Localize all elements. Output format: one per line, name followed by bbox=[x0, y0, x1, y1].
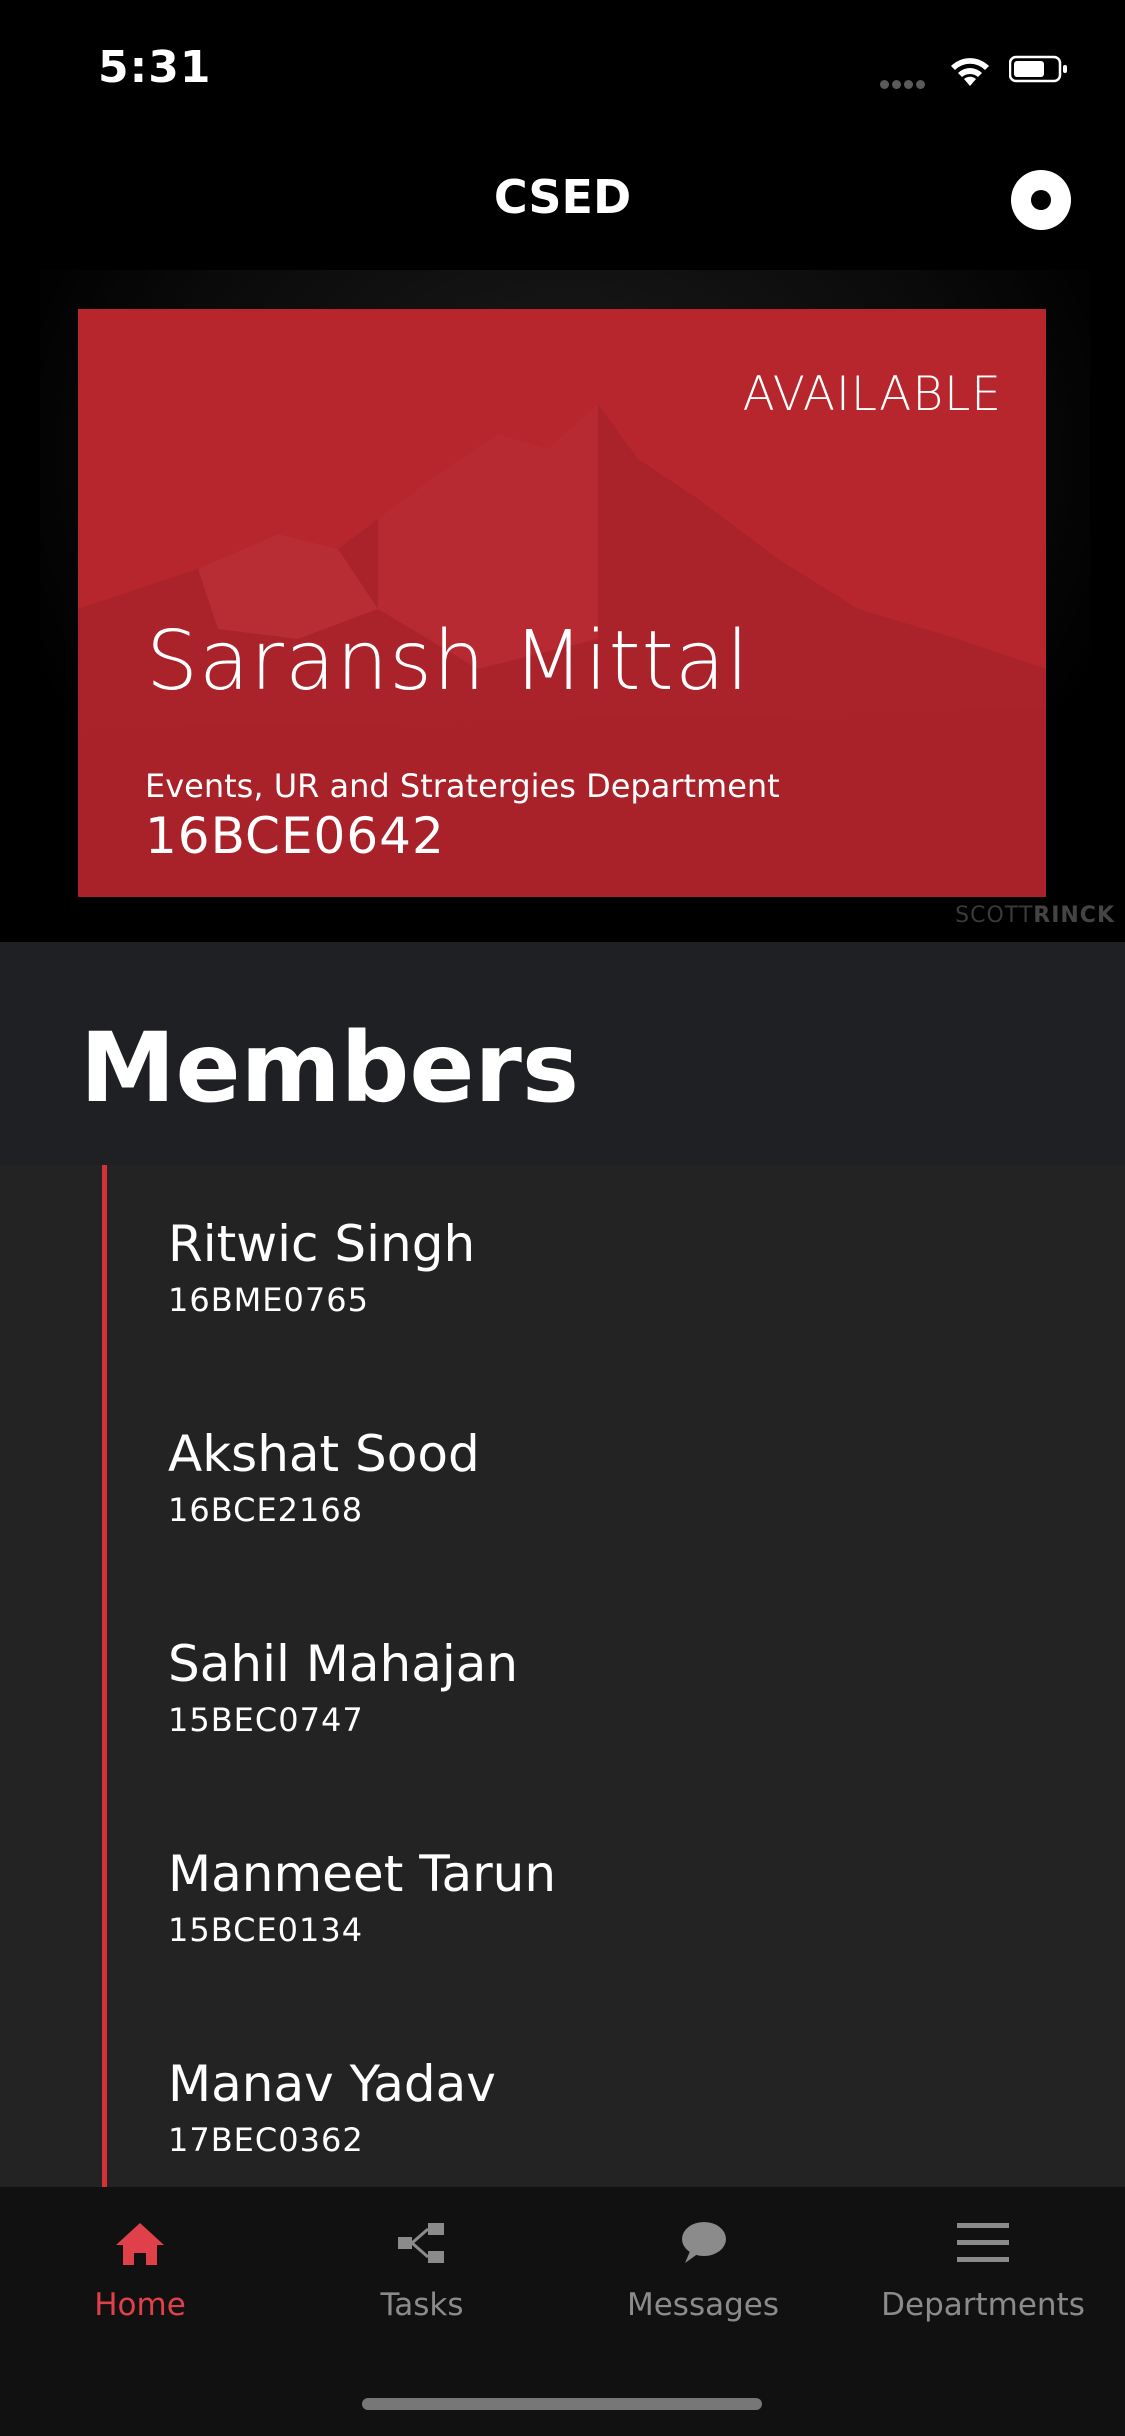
tasks-icon bbox=[398, 2223, 444, 2263]
member-id: 16BCE2168 bbox=[168, 1491, 364, 1529]
tab-home[interactable]: Home bbox=[0, 2215, 280, 2323]
member-id: 16BME0765 bbox=[168, 1281, 369, 1319]
status-time: 5:31 bbox=[98, 42, 212, 93]
members-heading: Members bbox=[80, 1012, 579, 1124]
tab-messages[interactable]: Messages bbox=[563, 2215, 843, 2323]
member-name: Manav Yadav bbox=[168, 2055, 496, 2113]
members-section: Members Ritwic Singh 16BME0765 Akshat So… bbox=[0, 942, 1125, 2187]
availability-status: AVAILABLE bbox=[742, 367, 1002, 422]
signal-icon bbox=[880, 74, 928, 93]
member-id: 17BEC0362 bbox=[168, 2121, 364, 2159]
status-bar: 5:31 bbox=[0, 0, 1125, 140]
wifi-icon bbox=[951, 58, 989, 86]
tab-label: Messages bbox=[626, 2287, 780, 2323]
profile-department: Events, UR and Stratergies Department bbox=[145, 767, 780, 805]
profile-id: 16BCE0642 bbox=[145, 807, 445, 865]
list-item[interactable]: Akshat Sood 16BCE2168 bbox=[168, 1425, 480, 1585]
member-id: 15BEC0747 bbox=[168, 1701, 364, 1739]
tab-departments[interactable]: Departments bbox=[843, 2215, 1123, 2323]
member-name: Manmeet Tarun bbox=[168, 1845, 557, 1903]
nav-bar: CSED bbox=[0, 150, 1125, 250]
list-accent-rail bbox=[102, 1165, 107, 2187]
menu-icon bbox=[957, 2223, 1009, 2262]
battery-icon bbox=[1009, 55, 1067, 83]
list-item[interactable]: Manmeet Tarun 15BCE0134 bbox=[168, 1845, 556, 2005]
tab-label: Tasks bbox=[380, 2287, 464, 2323]
tab-label: Home bbox=[94, 2287, 186, 2323]
page-title: CSED bbox=[493, 170, 632, 224]
member-name: Akshat Sood bbox=[168, 1425, 480, 1483]
tab-tasks[interactable]: Tasks bbox=[282, 2215, 562, 2323]
home-indicator[interactable] bbox=[362, 2398, 762, 2410]
list-item[interactable]: Manav Yadav 17BEC0362 bbox=[168, 2055, 496, 2187]
image-watermark: SCOTTRINCK bbox=[955, 903, 1115, 928]
profile-card[interactable]: AVAILABLE Saransh Mittal Events, UR and … bbox=[78, 309, 1046, 897]
home-icon bbox=[116, 2223, 164, 2265]
member-id: 15BCE0134 bbox=[168, 1911, 364, 1949]
member-name: Ritwic Singh bbox=[168, 1215, 476, 1273]
list-item[interactable]: Ritwic Singh 16BME0765 bbox=[168, 1215, 475, 1375]
members-list[interactable]: Ritwic Singh 16BME0765 Akshat Sood 16BCE… bbox=[0, 1165, 1125, 2187]
list-item[interactable]: Sahil Mahajan 15BEC0747 bbox=[168, 1635, 518, 1795]
record-button[interactable] bbox=[1011, 170, 1071, 230]
profile-name: Saransh Mittal bbox=[146, 614, 750, 709]
profile-hero: AVAILABLE Saransh Mittal Events, UR and … bbox=[0, 270, 1125, 942]
tab-label: Departments bbox=[881, 2287, 1085, 2323]
messages-icon bbox=[682, 2222, 726, 2263]
member-name: Sahil Mahajan bbox=[168, 1635, 519, 1693]
